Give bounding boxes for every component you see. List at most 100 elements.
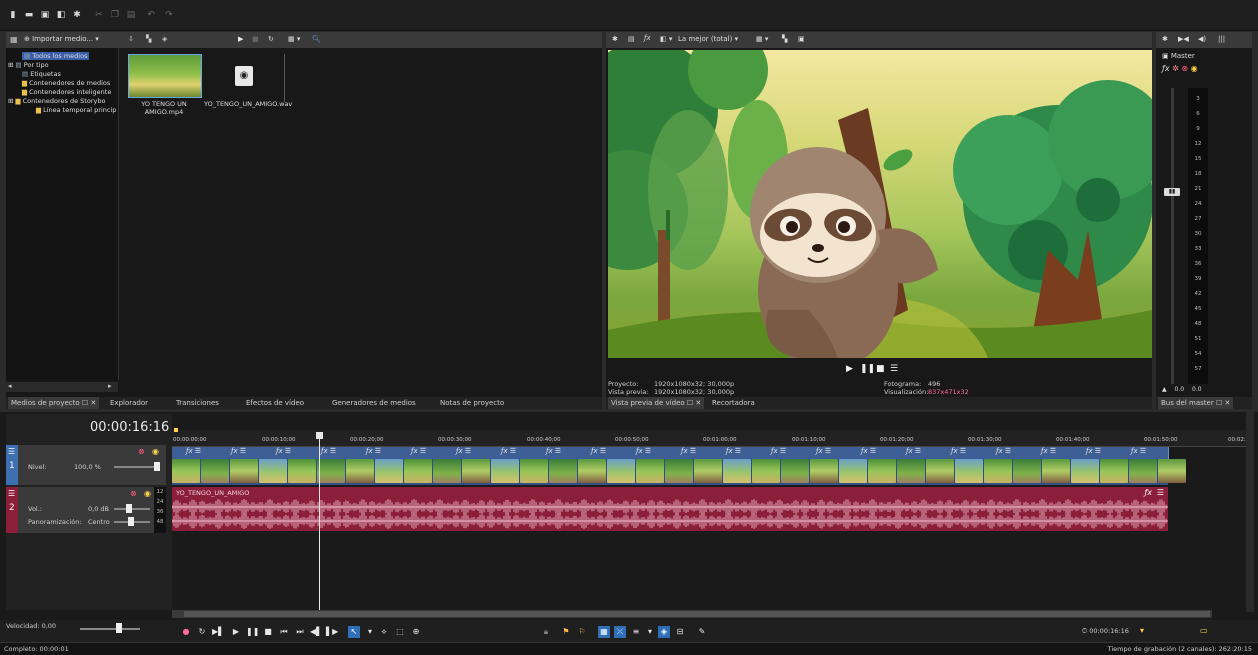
- mute-icon[interactable]: ⊗: [1181, 64, 1188, 73]
- track-menu-icon[interactable]: ☰: [8, 447, 15, 456]
- speed-slider[interactable]: [80, 628, 140, 630]
- split-screen-icon[interactable]: ◧ ▾: [660, 35, 672, 43]
- playhead-handle[interactable]: [316, 432, 323, 439]
- master-checkbox[interactable]: ▣: [1162, 52, 1171, 60]
- tab-video-effects[interactable]: Efectos de vídeo: [246, 397, 304, 409]
- stop-icon[interactable]: ■: [262, 626, 274, 638]
- media-tool-icon[interactable]: ◈: [162, 35, 167, 43]
- media-tool-icon[interactable]: ⇩: [128, 35, 134, 43]
- tab-trimmer[interactable]: Recortadora: [712, 397, 755, 409]
- timeline-timecode[interactable]: 00:00:16:16: [90, 420, 169, 435]
- settings-gear-icon[interactable]: ✱: [70, 8, 84, 22]
- autopreview-icon[interactable]: ↻: [268, 35, 274, 43]
- horizontal-scrollbar[interactable]: ◂ ▸: [6, 382, 118, 392]
- stop-icon[interactable]: ■: [252, 35, 259, 43]
- speed-slider-handle[interactable]: [116, 623, 122, 633]
- master-fader-track[interactable]: [1171, 88, 1174, 384]
- event-fx-icon[interactable]: ƒx ☰: [1131, 447, 1146, 455]
- window-icon[interactable]: ☐: [1216, 399, 1222, 407]
- timeline-scrollbar[interactable]: [172, 610, 1212, 618]
- event-fx-icon[interactable]: ƒx ☰: [816, 447, 831, 455]
- event-fx-icon[interactable]: ƒx ☰: [681, 447, 696, 455]
- next-frame-icon[interactable]: ▌▶: [326, 626, 338, 638]
- previous-frame-icon[interactable]: ◀▌: [310, 626, 322, 638]
- event-fx-icon[interactable]: ƒx ☰: [771, 447, 786, 455]
- expand-icon[interactable]: ⊞: [8, 61, 16, 69]
- event-fx-icon[interactable]: ƒx ☰: [276, 447, 291, 455]
- level-slider-handle[interactable]: [154, 462, 160, 471]
- close-icon[interactable]: ✕: [90, 399, 96, 407]
- snapping-icon[interactable]: ▦: [598, 626, 610, 638]
- tree-item-by-type[interactable]: ⊞ ▤ Por tipo: [8, 61, 49, 69]
- expand-icon[interactable]: ⊞: [8, 97, 16, 105]
- event-fx-icon[interactable]: ƒx ☰: [906, 447, 921, 455]
- audio-event[interactable]: YO_TENGO_UN_AMIGO ƒx ☰: [172, 487, 1168, 531]
- media-file-video[interactable]: YO TENGO UN AMIGO.mp4: [126, 54, 202, 124]
- mute-icon[interactable]: ⊗: [130, 489, 137, 498]
- tab-transitions[interactable]: Transiciones: [176, 397, 219, 409]
- envelope-tool-icon[interactable]: ⟡: [378, 626, 390, 638]
- settings-gear-icon[interactable]: ✱: [612, 35, 618, 43]
- new-project-icon[interactable]: ▮: [6, 8, 20, 22]
- window-icon[interactable]: ☐: [82, 399, 88, 407]
- tool-dropdown-icon[interactable]: ▾: [364, 626, 376, 638]
- zoom-tool-icon[interactable]: ⊕: [410, 626, 422, 638]
- normal-edit-tool-icon[interactable]: ↖: [348, 626, 360, 638]
- lock-icon[interactable]: 🔒︎: [540, 626, 552, 638]
- selection-tool-icon[interactable]: ⬚: [394, 626, 406, 638]
- loop-region-marker[interactable]: [174, 428, 178, 432]
- tree-item-all-media[interactable]: ▤ Todos los medios: [22, 52, 90, 60]
- event-fx-icon[interactable]: ƒx ☰: [591, 447, 606, 455]
- pause-icon[interactable]: ❚❚: [246, 626, 259, 638]
- save-icon[interactable]: ▣: [38, 8, 52, 22]
- tab-media-generators[interactable]: Generadores de medios: [332, 397, 416, 409]
- tab-project-notes[interactable]: Notas de proyecto: [440, 397, 504, 409]
- paste-icon[interactable]: ▤: [124, 8, 138, 22]
- event-fx-icon[interactable]: ƒx ☰: [456, 447, 471, 455]
- play-from-start-icon[interactable]: ▶▌: [212, 626, 224, 638]
- cut-icon[interactable]: ✂: [92, 8, 106, 22]
- event-fx-icon[interactable]: ƒx ☰: [861, 447, 876, 455]
- fx-icon[interactable]: ƒx: [644, 34, 651, 42]
- event-fx-icon[interactable]: ƒx ☰: [726, 447, 741, 455]
- ignore-grouping-icon[interactable]: ⊟: [674, 626, 686, 638]
- save-snapshot-icon[interactable]: ▣: [798, 35, 805, 43]
- automation-icon[interactable]: ✲: [1172, 64, 1179, 73]
- fx-icon[interactable]: ƒx: [1144, 488, 1152, 497]
- scroll-right-icon[interactable]: ▸: [108, 382, 112, 390]
- copy-icon[interactable]: ❐: [108, 8, 122, 22]
- meters-icon[interactable]: |||: [1218, 35, 1225, 43]
- automation-icon[interactable]: ✎: [696, 626, 708, 638]
- menu-icon[interactable]: ☰: [890, 364, 898, 374]
- downmix-icon[interactable]: ▶◀: [1178, 35, 1189, 43]
- lock-envelopes-icon[interactable]: ◈: [658, 626, 670, 638]
- event-fx-icon[interactable]: ƒx ☰: [186, 447, 201, 455]
- volume-slider-handle[interactable]: [126, 504, 132, 513]
- open-folder-icon[interactable]: ▬: [22, 8, 36, 22]
- media-tool-icon[interactable]: ▚: [146, 35, 151, 43]
- close-icon[interactable]: ✕: [1224, 399, 1230, 407]
- scroll-left-icon[interactable]: ◂: [8, 382, 12, 390]
- end-timecode[interactable]: 🕒︎ 00:00:16:16: [1082, 627, 1129, 636]
- render-icon[interactable]: ◧: [54, 8, 68, 22]
- tree-item-smart-bins[interactable]: ▆ Contenedores inteligente: [22, 88, 111, 96]
- device-icon[interactable]: ▤: [628, 35, 635, 43]
- import-media-button[interactable]: ⊕ Importar medio... ▾: [24, 35, 99, 43]
- event-fx-icon[interactable]: ƒx ☰: [996, 447, 1011, 455]
- record-icon[interactable]: ●: [180, 626, 192, 638]
- event-fx-icon[interactable]: ƒx ☰: [546, 447, 561, 455]
- play-icon[interactable]: ▶: [230, 626, 242, 638]
- event-fx-icon[interactable]: ƒx ☰: [636, 447, 651, 455]
- fx-icon[interactable]: ƒx: [1162, 64, 1170, 73]
- undo-icon[interactable]: ↶: [144, 8, 158, 22]
- tab-project-media[interactable]: Medios de proyecto ☐ ✕: [8, 397, 100, 409]
- go-to-start-icon[interactable]: ⏮: [278, 626, 290, 638]
- play-icon[interactable]: ▶: [846, 364, 853, 374]
- event-fx-icon[interactable]: ƒx ☰: [411, 447, 426, 455]
- views-icon[interactable]: ▦ ▾: [288, 35, 300, 43]
- event-fx-icon[interactable]: ƒx ☰: [501, 447, 516, 455]
- loop-icon[interactable]: ↻: [196, 626, 208, 638]
- scroll-thumb[interactable]: [184, 611, 1210, 617]
- redo-icon[interactable]: ↷: [162, 8, 176, 22]
- dim-icon[interactable]: ◀): [1198, 35, 1206, 43]
